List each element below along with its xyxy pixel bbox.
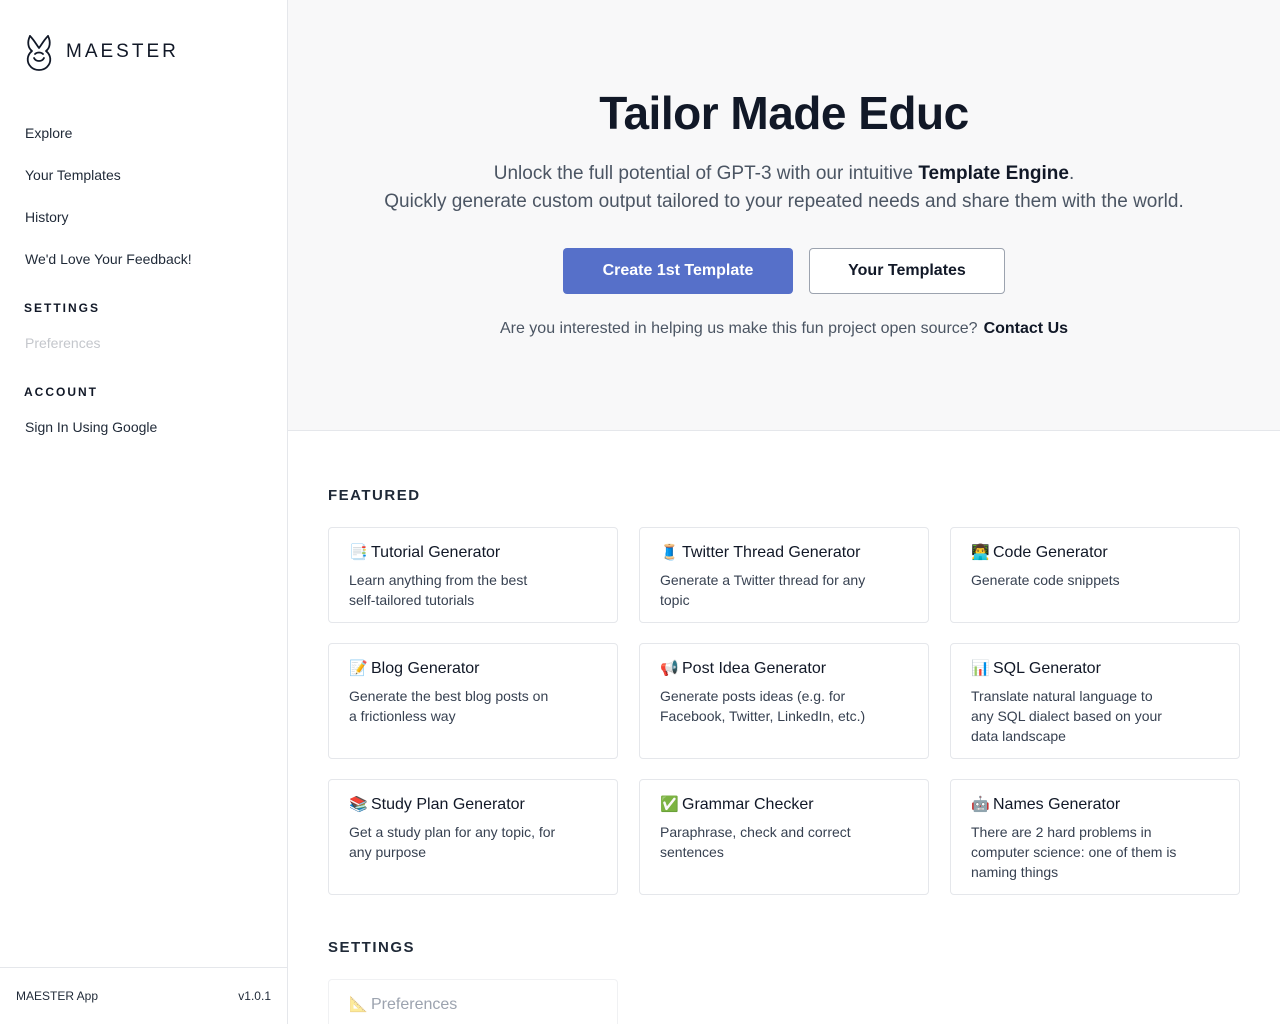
sidebar-settings-header: SETTINGS xyxy=(24,301,101,315)
contact-text: Are you interested in helping us make th… xyxy=(499,320,978,337)
triangular-ruler-icon: 📐 xyxy=(349,996,368,1013)
template-card-names-generator[interactable]: 🤖 Names Generator There are 2 hard proble… xyxy=(950,779,1240,895)
sidebar-item-history[interactable]: History xyxy=(0,196,287,238)
template-card-study-plan-generator[interactable]: 📚 Study Plan Generator Get a study plan f… xyxy=(328,779,618,895)
card-title-text: Blog Generator xyxy=(371,660,480,677)
card-title: 📚 Study Plan Generator xyxy=(349,794,597,816)
sidebar-item-feedback[interactable]: We'd Love Your Feedback! xyxy=(0,238,287,280)
sidebar-item-preferences: Preferences xyxy=(25,335,101,351)
card-title: 📝 Blog Generator xyxy=(349,658,597,680)
app-version: v1.0.1 xyxy=(238,989,271,1003)
sidebar-footer: MAESTER App v1.0.1 xyxy=(0,967,287,1024)
your-templates-button[interactable]: Your Templates xyxy=(809,248,1005,294)
card-title: 📑 Tutorial Generator xyxy=(349,542,597,564)
sidebar-item-your-templates[interactable]: Your Templates xyxy=(0,154,287,196)
card-description: Generate a Twitter thread for any topic xyxy=(660,572,866,608)
app-name: MAESTER xyxy=(66,41,179,62)
template-card-code-generator[interactable]: 👨‍💻 Code Generator Generate code snippets xyxy=(950,527,1240,623)
document-icon: 📑 xyxy=(349,544,368,561)
template-card-tutorial-generator[interactable]: 📑 Tutorial Generator Learn anything from … xyxy=(328,527,618,623)
card-description: Learn anything from the best self-tailor… xyxy=(349,572,528,608)
contact-us-link[interactable]: Contact Us xyxy=(984,320,1068,337)
card-title: 📐 Preferences xyxy=(349,994,597,1016)
hero-subtitle: Unlock the full potential of GPT-3 with … xyxy=(288,160,1280,216)
hero-subtitle-line2: Quickly generate custom output tailored … xyxy=(384,191,1184,212)
card-title: 📢 Post Idea Generator xyxy=(660,658,908,680)
card-description: Generate the best blog posts on a fricti… xyxy=(349,688,549,724)
sidebar: MAESTER Explore Your Templates History W… xyxy=(0,0,288,1024)
card-title-text: Preferences xyxy=(371,996,458,1013)
hero-subtitle-text: Unlock the full potential of GPT-3 with … xyxy=(493,163,919,184)
card-title: 🤖 Names Generator xyxy=(971,794,1219,816)
books-icon: 📚 xyxy=(349,796,368,813)
card-title-text: Code Generator xyxy=(993,544,1108,561)
card-title: 👨‍💻 Code Generator xyxy=(971,542,1219,564)
sidebar-item-explore[interactable]: Explore xyxy=(0,112,287,154)
card-title-text: SQL Generator xyxy=(993,660,1101,677)
page-title: Tailor Made Educ xyxy=(599,87,969,139)
robot-icon: 🤖 xyxy=(971,796,990,813)
check-mark-icon: ✅ xyxy=(660,796,679,813)
featured-header: FEATURED xyxy=(328,487,421,504)
bar-chart-icon: 📊 xyxy=(971,660,990,677)
contact-prompt: Are you interested in helping us make th… xyxy=(288,320,1280,338)
settings-card-preferences: 📐 Preferences xyxy=(328,979,618,1024)
maester-logo-icon xyxy=(26,35,52,71)
template-card-blog-generator[interactable]: 📝 Blog Generator Generate the best blog p… xyxy=(328,643,618,759)
hero: Tailor Made Educ Unlock the full potenti… xyxy=(288,0,1280,431)
logo[interactable]: MAESTER xyxy=(24,32,179,72)
card-title-text: Names Generator xyxy=(993,796,1121,813)
card-description: Generate posts ideas (e.g. for Facebook,… xyxy=(660,688,866,724)
card-title-text: Study Plan Generator xyxy=(371,796,525,813)
card-title-text: Post Idea Generator xyxy=(682,660,827,677)
sidebar-account-header: ACCOUNT xyxy=(24,385,98,399)
sidebar-item-sign-in-google[interactable]: Sign In Using Google xyxy=(0,406,287,448)
template-card-grammar-checker[interactable]: ✅ Grammar Checker Paraphrase, check and c… xyxy=(639,779,929,895)
sidebar-nav: Explore Your Templates History We'd Love… xyxy=(0,112,287,448)
technologist-icon: 👨‍💻 xyxy=(971,544,990,561)
card-title-text: Tutorial Generator xyxy=(371,544,501,561)
hero-subtitle-highlight: Template Engine xyxy=(918,163,1069,184)
card-description: Paraphrase, check and correct sentences xyxy=(660,824,851,860)
main-content: Tailor Made Educ Unlock the full potenti… xyxy=(288,0,1280,1024)
card-title-text: Grammar Checker xyxy=(682,796,814,813)
template-card-sql-generator[interactable]: 📊 SQL Generator Translate natural languag… xyxy=(950,643,1240,759)
card-title: ✅ Grammar Checker xyxy=(660,794,908,816)
featured-grid: 📑 Tutorial Generator Learn anything from … xyxy=(328,527,1240,895)
memo-icon: 📝 xyxy=(349,660,368,677)
settings-grid: 📐 Preferences xyxy=(328,979,1240,1024)
create-template-button[interactable]: Create 1st Template xyxy=(563,248,793,294)
card-title-text: Twitter Thread Generator xyxy=(682,544,861,561)
hero-actions: Create 1st Template Your Templates xyxy=(288,248,1280,294)
card-description: There are 2 hard problems in computer sc… xyxy=(971,824,1177,880)
megaphone-icon: 📢 xyxy=(660,660,679,677)
hero-subtitle-period: . xyxy=(1068,163,1075,184)
card-title: 📊 SQL Generator xyxy=(971,658,1219,680)
card-description: Translate natural language to any SQL di… xyxy=(971,688,1162,744)
card-title: 🧵 Twitter Thread Generator xyxy=(660,542,908,564)
template-card-post-idea-generator[interactable]: 📢 Post Idea Generator Generate posts idea… xyxy=(639,643,929,759)
settings-header: SETTINGS xyxy=(328,939,416,956)
card-description: Get a study plan for any topic, for any … xyxy=(349,824,556,860)
template-card-twitter-thread-generator[interactable]: 🧵 Twitter Thread Generator Generate a Twi… xyxy=(639,527,929,623)
footer-app-name: MAESTER App xyxy=(16,989,99,1003)
card-description: Generate code snippets xyxy=(971,572,1120,588)
thread-spool-icon: 🧵 xyxy=(660,544,679,561)
